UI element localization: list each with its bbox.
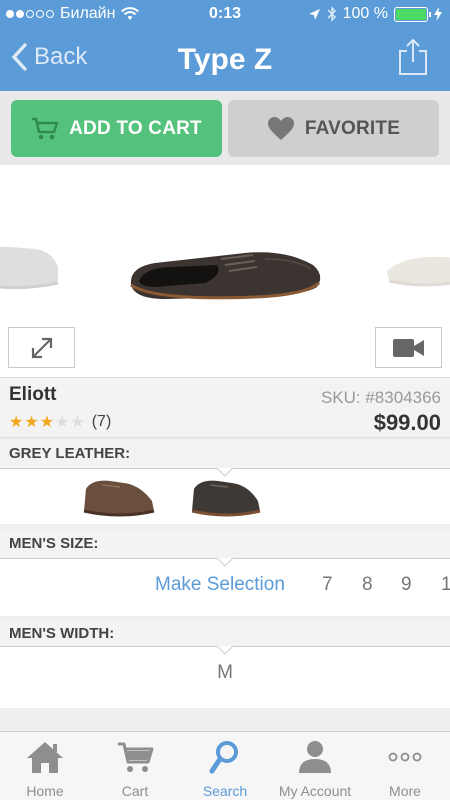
tab-label: Search xyxy=(202,783,248,799)
tab-label: Home xyxy=(26,783,64,799)
home-icon xyxy=(27,742,63,773)
make-selection-option[interactable]: Make Selection xyxy=(155,574,285,596)
status-right: 100 % xyxy=(308,5,442,23)
size-option-label: MEN'S SIZE: xyxy=(0,530,450,558)
color-swatch-brown[interactable] xyxy=(80,475,158,519)
product-price: $99.00 xyxy=(373,410,441,435)
selection-pointer xyxy=(217,646,233,655)
navigation-bar: Back Type Z xyxy=(0,30,450,91)
expand-image-button[interactable] xyxy=(8,327,75,368)
tab-label: More xyxy=(389,783,421,799)
video-button[interactable] xyxy=(375,327,442,368)
expand-icon xyxy=(31,337,52,358)
more-icon xyxy=(388,752,422,762)
account-icon xyxy=(299,741,331,773)
tab-home[interactable]: Home xyxy=(0,732,90,800)
tab-my-account[interactable]: My Account xyxy=(270,732,360,800)
color-swatch-grey[interactable] xyxy=(188,475,262,519)
star-icon: ★ xyxy=(39,414,55,431)
bluetooth-icon xyxy=(327,6,336,22)
rating-stars[interactable]: ★ ★ ★ ★ ★ (7) xyxy=(9,412,111,432)
search-icon xyxy=(209,741,238,774)
size-options: Make Selection 7 8 9 1 xyxy=(0,559,450,611)
top-bar: Билайн 0:13 100 % Back Type Z xyxy=(0,0,450,91)
cart-icon xyxy=(32,117,59,139)
star-icon: ★ xyxy=(9,414,24,431)
video-camera-icon xyxy=(392,338,424,357)
product-image[interactable] xyxy=(125,245,325,305)
size-option[interactable]: 9 xyxy=(401,574,412,596)
previous-product-image[interactable] xyxy=(0,237,62,292)
size-option[interactable]: 8 xyxy=(362,574,373,596)
tab-label: Cart xyxy=(121,783,149,799)
heart-icon xyxy=(267,117,294,140)
color-swatches xyxy=(0,468,450,524)
tab-more[interactable]: More xyxy=(360,732,450,800)
location-arrow-icon xyxy=(308,8,320,20)
status-bar: Билайн 0:13 100 % xyxy=(0,0,450,30)
add-to-cart-button[interactable]: ADD TO CART xyxy=(11,100,222,157)
color-option-label: GREY LEATHER: xyxy=(0,440,450,468)
review-count: (7) xyxy=(91,413,112,430)
size-option[interactable]: 1 xyxy=(441,574,450,596)
width-selector: M xyxy=(0,646,450,708)
share-icon[interactable] xyxy=(398,38,428,76)
product-name: Eliott xyxy=(9,384,57,405)
star-icon: ★ xyxy=(24,414,39,431)
product-info: Eliott ★ ★ ★ ★ ★ (7) SKU: #8304366 $99.0… xyxy=(0,377,450,438)
favorite-button[interactable]: FAVORITE xyxy=(228,100,439,157)
star-empty-icon: ★ xyxy=(55,414,70,431)
tab-cart[interactable]: Cart xyxy=(90,732,180,800)
add-to-cart-label: ADD TO CART xyxy=(69,117,202,139)
action-bar: ADD TO CART FAVORITE xyxy=(0,91,450,165)
width-option[interactable]: M xyxy=(0,662,450,684)
charging-icon xyxy=(434,7,442,21)
tab-search[interactable]: Search xyxy=(180,732,270,800)
product-image-gallery[interactable] xyxy=(0,165,450,377)
next-product-image[interactable] xyxy=(385,253,450,288)
tab-label: My Account xyxy=(278,783,352,799)
battery-percent: 100 % xyxy=(342,5,388,22)
battery-icon xyxy=(394,6,431,22)
size-option[interactable]: 7 xyxy=(322,574,333,596)
cart-icon xyxy=(118,742,154,772)
width-option-label: MEN'S WIDTH: xyxy=(0,620,450,648)
page-title: Type Z xyxy=(177,43,273,76)
size-selector: Make Selection 7 8 9 1 xyxy=(0,558,450,616)
product-sku: SKU: #8304366 xyxy=(320,388,441,407)
tab-bar: Home Cart Search My Account More xyxy=(0,731,450,800)
star-empty-icon: ★ xyxy=(70,414,85,431)
favorite-label: FAVORITE xyxy=(304,117,401,139)
